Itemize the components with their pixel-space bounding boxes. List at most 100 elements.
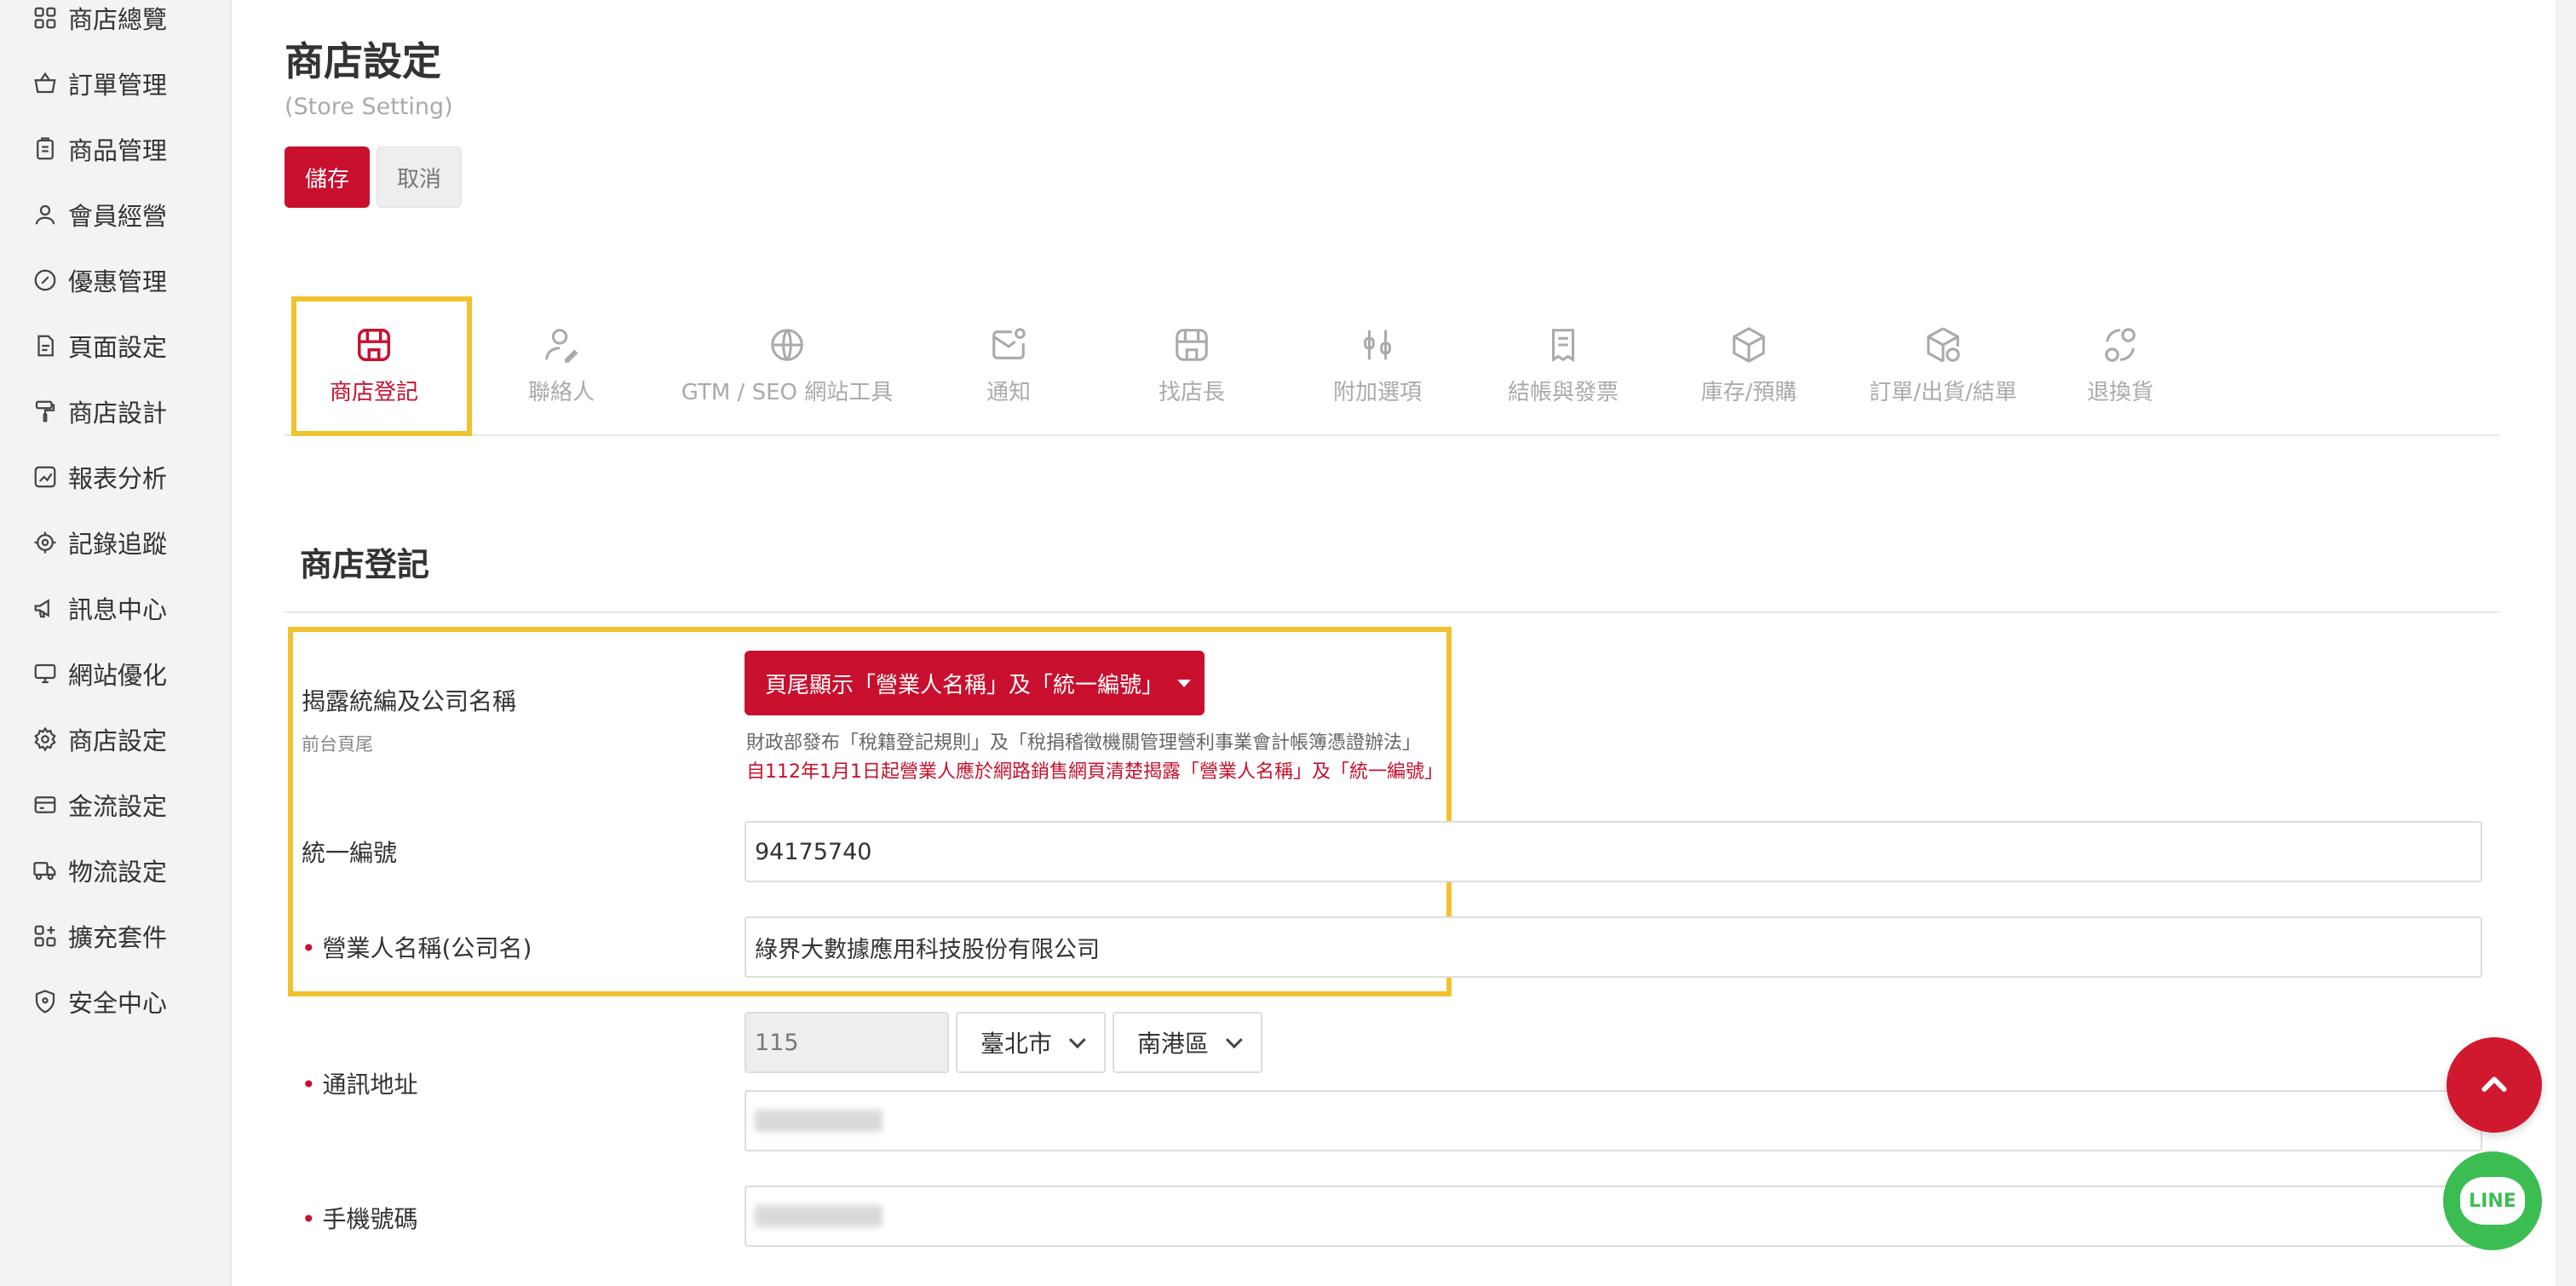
sidebar-item-promotions[interactable]: 優惠管理: [32, 261, 167, 300]
tab-notification[interactable]: 通知: [932, 296, 1085, 434]
zip-code-field: 115: [745, 1012, 949, 1073]
plugin-icon: [34, 925, 56, 947]
scroll-to-top-button[interactable]: [2447, 1037, 2542, 1133]
sidebar-item-security[interactable]: 安全中心: [32, 982, 167, 1021]
address-label: • 通訊地址: [302, 1066, 418, 1100]
tab-checkout-invoice[interactable]: 結帳與發票: [1474, 296, 1653, 434]
city-select-value: 臺北市: [980, 1030, 1052, 1058]
user-icon: [35, 204, 55, 225]
tab-returns[interactable]: 退換貨: [2039, 296, 2201, 434]
caret-down-icon: [1177, 679, 1192, 687]
tax-id-field[interactable]: 94175740: [745, 821, 2482, 882]
sidebar-item-label: 報表分析: [68, 464, 168, 493]
sidebar-item-overview[interactable]: 商店總覽: [32, 0, 167, 37]
address-field[interactable]: [745, 1090, 2482, 1151]
line-icon: LINE: [2460, 1177, 2525, 1225]
district-select-value: 南港區: [1136, 1030, 1209, 1058]
disclosure-dropdown-value: 頁尾顯示「營業人名稱」及「統一編號」: [765, 672, 1164, 698]
sliders-icon: [1364, 330, 1391, 359]
basket-icon: [34, 72, 56, 94]
sidebar-item-label: 記錄追蹤: [68, 530, 168, 559]
sidebar-item-label: 商店設定: [68, 726, 168, 755]
clipboard-icon: [37, 137, 54, 160]
sidebar-item-label: 金流設定: [68, 792, 168, 821]
tab-label: 找店長: [1158, 379, 1225, 405]
tab-label: 庫存/預購: [1700, 379, 1797, 405]
shield-icon: [35, 990, 55, 1013]
sidebar-item-products[interactable]: 商品管理: [32, 129, 167, 169]
sidebar-item-label: 商店設計: [68, 399, 168, 428]
chart-icon: [34, 466, 56, 488]
sidebar-item-plugins[interactable]: 擴充套件: [32, 916, 167, 956]
mobile-label: • 手機號碼: [302, 1201, 418, 1235]
monitor-icon: [34, 663, 56, 684]
disclosure-label: 揭露統編及公司名稱: [302, 687, 517, 715]
package-check-icon: [1927, 326, 1960, 363]
sidebar-item-label: 商店總覽: [68, 5, 168, 34]
receipt-icon: [1551, 328, 1575, 362]
grid-icon: [34, 7, 56, 29]
settings-tabs: 商店登記 聯絡人 GTM / SEO 網站工具 通知 找店長 附加選項 結帳與發…: [285, 296, 2499, 436]
save-button[interactable]: 儲存: [285, 146, 370, 208]
mail-notification-icon: [992, 327, 1026, 359]
sidebar-item-orders[interactable]: 訂單管理: [32, 64, 167, 103]
box-icon: [1733, 326, 1765, 363]
tab-gtm-seo[interactable]: GTM / SEO 網站工具: [659, 296, 915, 434]
sidebar-item-pages[interactable]: 頁面設定: [32, 326, 167, 365]
company-name-field[interactable]: 綠界大數據應用科技股份有限公司: [745, 916, 2482, 978]
document-icon: [37, 335, 54, 357]
tab-find-manager[interactable]: 找店長: [1102, 296, 1281, 434]
tab-label: 聯絡人: [527, 379, 595, 405]
sidebar-item-label: 擴充套件: [68, 923, 168, 952]
line-label: LINE: [2469, 1190, 2516, 1212]
chevron-up-icon: [2481, 1076, 2507, 1092]
tab-label: 訂單/出貨/結單: [1869, 379, 2017, 405]
paint-roller-icon: [35, 400, 55, 422]
sidebar-item-label: 商品管理: [68, 136, 168, 165]
sidebar-item-label: 優惠管理: [68, 267, 168, 296]
sidebar-item-payment[interactable]: 金流設定: [32, 785, 167, 824]
sidebar-item-store-settings[interactable]: 商店設定: [32, 720, 167, 759]
line-chat-button[interactable]: LINE: [2443, 1151, 2542, 1250]
page-subtitle: (Store Setting): [285, 94, 453, 120]
tab-inventory-preorder[interactable]: 庫存/預購: [1659, 296, 1838, 434]
sidebar-item-label: 安全中心: [68, 989, 168, 1018]
tab-highlight-box: [291, 296, 472, 436]
company-name-label-text: 營業人名稱(公司名): [322, 934, 532, 962]
tab-label: 退換貨: [2086, 379, 2153, 405]
tab-add-ons[interactable]: 附加選項: [1288, 296, 1467, 434]
storefront-icon: [1176, 328, 1208, 361]
sidebar-item-label: 網站優化: [68, 661, 168, 690]
sidebar-item-optimization[interactable]: 網站優化: [32, 654, 167, 693]
redacted-mobile: [755, 1205, 883, 1227]
chevron-down-icon: [1225, 1031, 1243, 1049]
contact-icon: [545, 328, 578, 363]
badge-icon: [34, 269, 56, 291]
sidebar-item-members[interactable]: 會員經營: [32, 195, 167, 234]
disclosure-note: 財政部發布「稅籍登記規則」及「稅捐稽徵機關管理營利事業會計帳簿憑證辦法」: [746, 732, 1422, 754]
required-marker: •: [302, 1205, 316, 1233]
disclosure-note-warning: 自112年1月1日起營業人應於網路銷售網頁清楚揭露「營業人名稱」及「統一編號」: [746, 761, 1443, 783]
cancel-button[interactable]: 取消: [377, 146, 462, 208]
sidebar: 商店總覽 訂單管理 商品管理 會員經營 優惠管理 頁面設定 商店設計 報表分析 …: [0, 0, 203, 1286]
address-label-text: 通訊地址: [322, 1071, 418, 1099]
disclosure-dropdown[interactable]: 頁尾顯示「營業人名稱」及「統一編號」: [745, 651, 1205, 715]
tab-contact[interactable]: 聯絡人: [472, 296, 651, 434]
sidebar-item-logistics[interactable]: 物流設定: [32, 851, 167, 890]
target-icon: [34, 531, 56, 554]
required-marker: •: [302, 1071, 316, 1099]
megaphone-icon: [34, 599, 49, 618]
sidebar-item-design[interactable]: 商店設計: [32, 392, 167, 431]
credit-card-icon: [34, 796, 56, 813]
section-divider: [285, 611, 2499, 613]
tab-order-shipping[interactable]: 訂單/出貨/結單: [1837, 296, 2050, 434]
tax-id-label: 統一編號: [302, 839, 398, 867]
mobile-field[interactable]: [745, 1186, 2482, 1247]
city-select[interactable]: 臺北市: [956, 1012, 1106, 1073]
chevron-down-icon: [1068, 1031, 1086, 1049]
district-select[interactable]: 南港區: [1113, 1012, 1262, 1073]
sidebar-item-reports[interactable]: 報表分析: [32, 457, 167, 497]
sidebar-item-tracking[interactable]: 記錄追蹤: [32, 523, 167, 562]
truck-icon: [33, 862, 56, 881]
sidebar-item-messages[interactable]: 訊息中心: [32, 588, 167, 628]
